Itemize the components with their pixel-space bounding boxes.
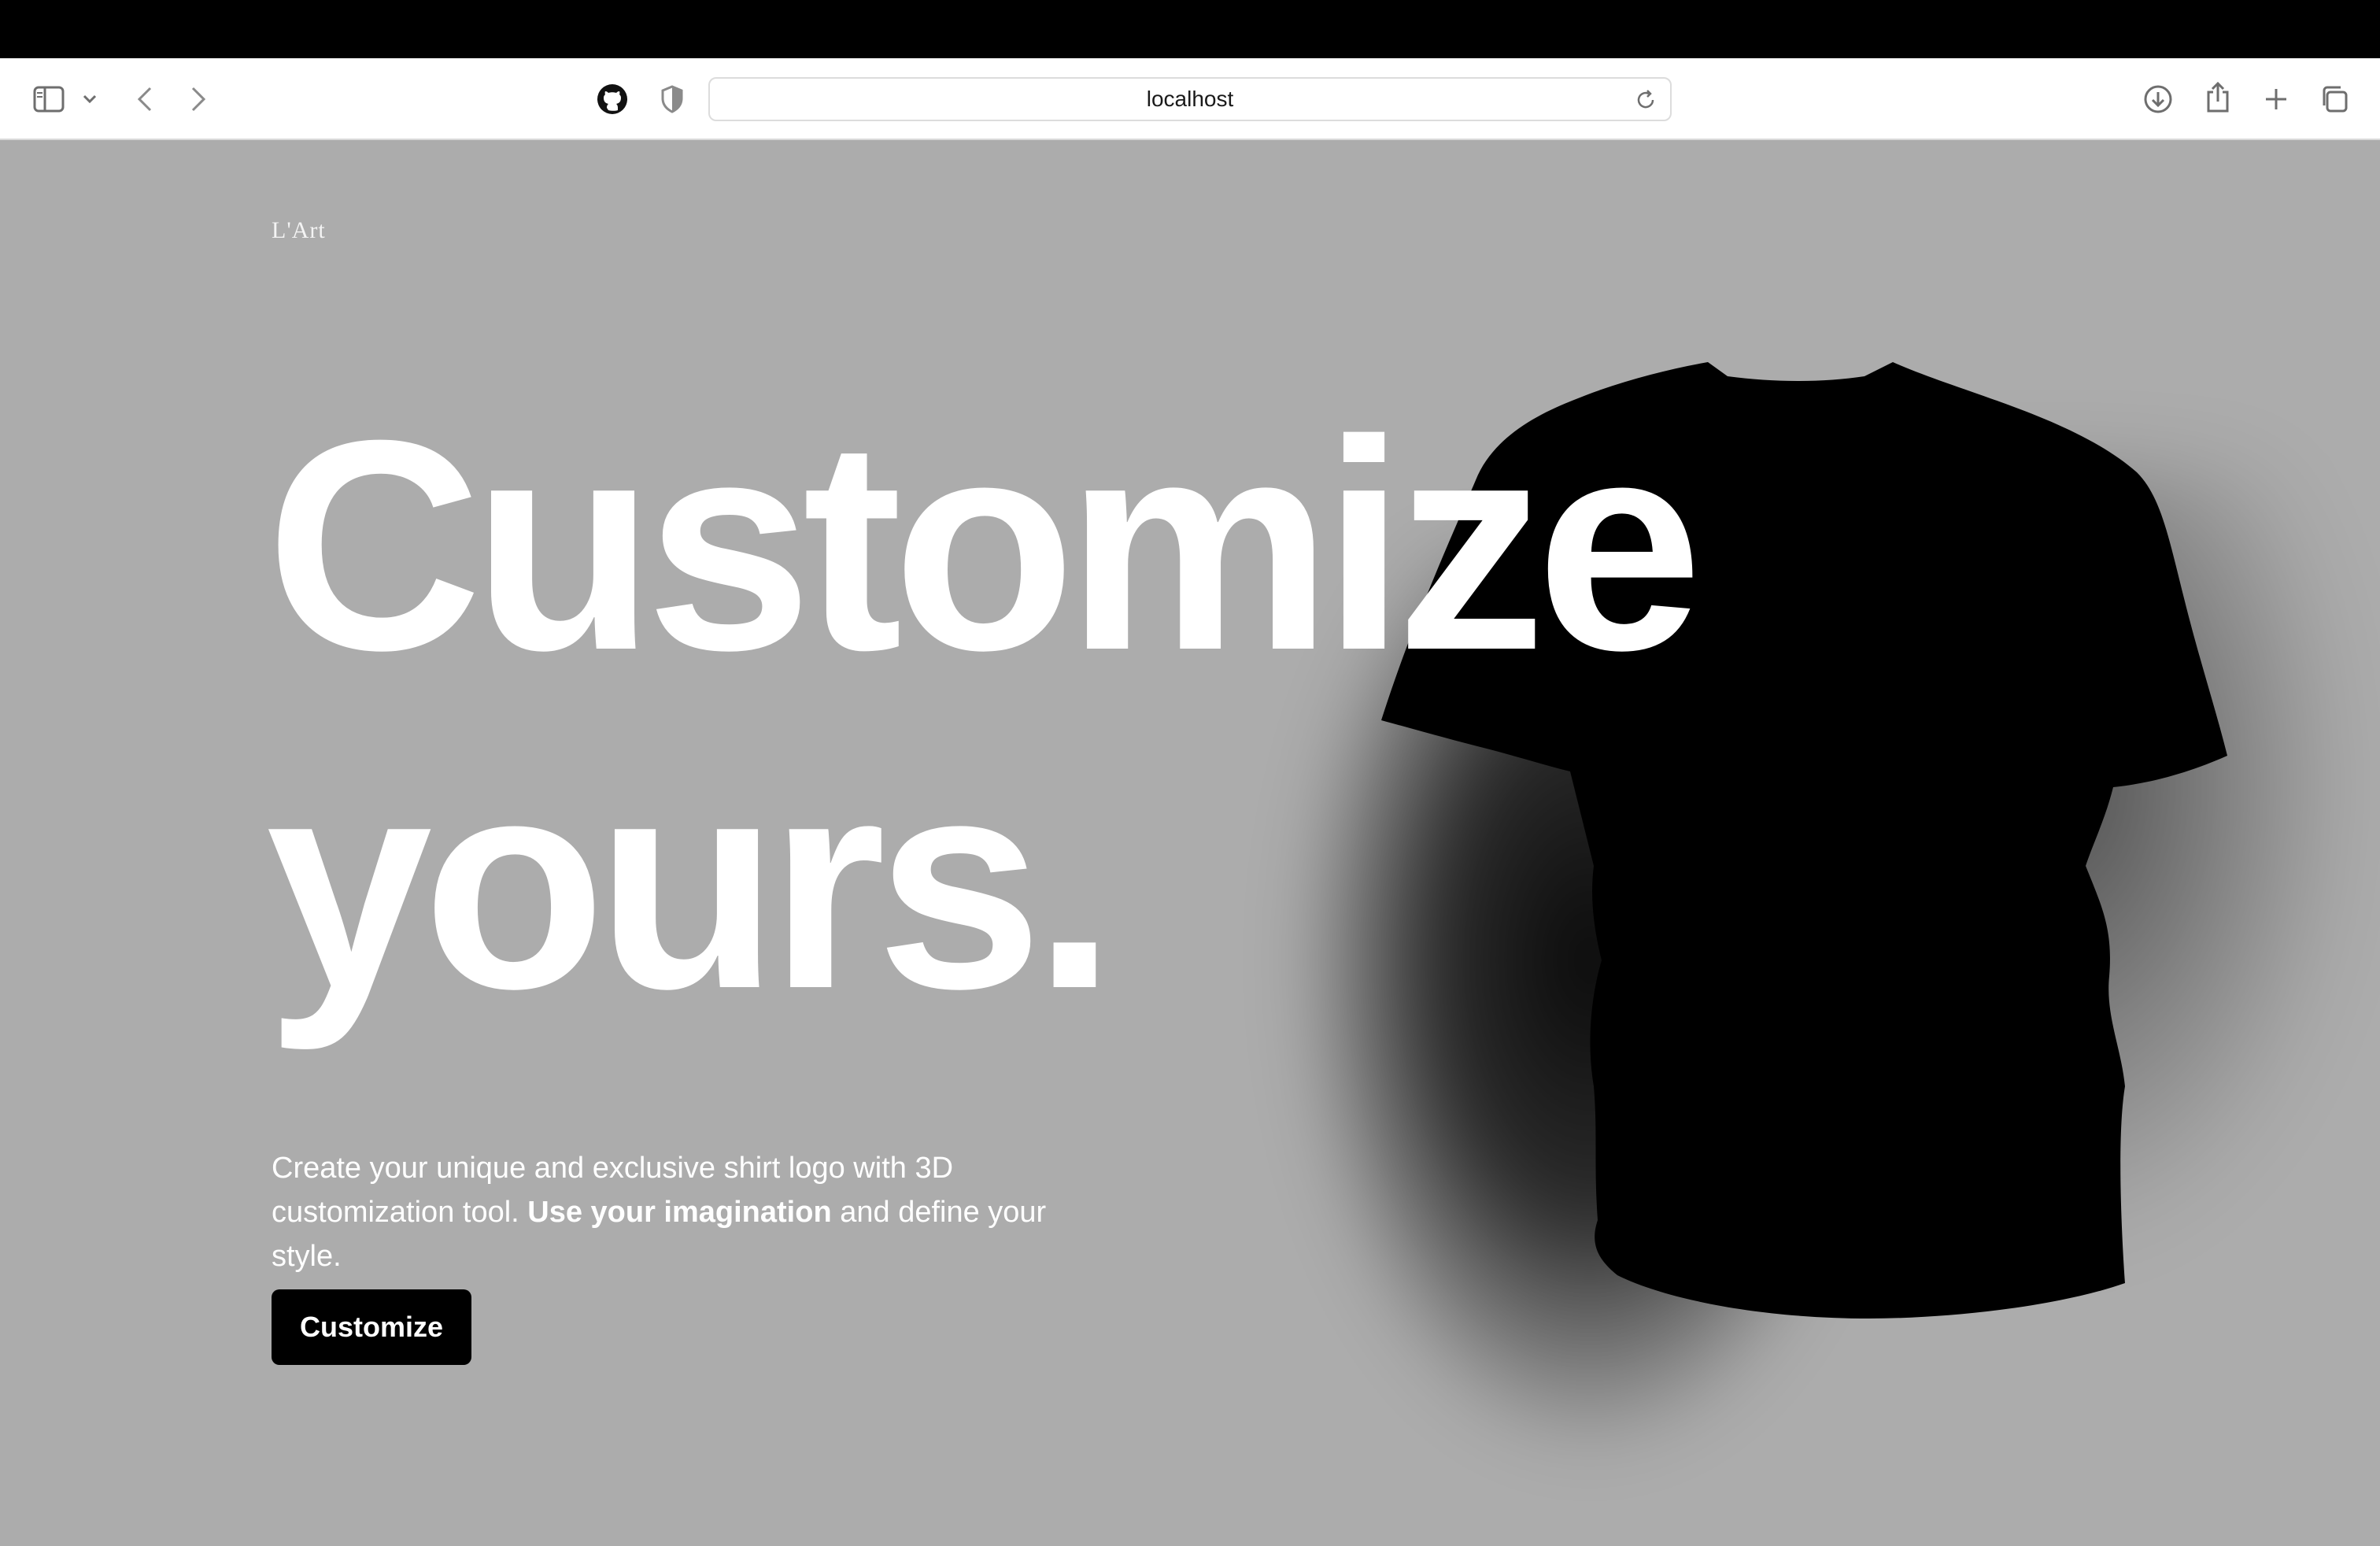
tab-overview-icon[interactable]	[2317, 82, 2352, 117]
plus-icon[interactable]	[2259, 82, 2293, 117]
github-icon[interactable]	[595, 82, 630, 117]
download-icon[interactable]	[2141, 82, 2175, 117]
url-text: localhost	[1146, 87, 1234, 111]
reload-icon[interactable]	[1634, 88, 1659, 113]
browser-window: localhost L'Art Customize yours. Create …	[0, 0, 2380, 1546]
customize-button[interactable]: Customize	[272, 1289, 471, 1365]
share-icon[interactable]	[2201, 79, 2235, 117]
headline-line-2: yours.	[266, 716, 1116, 1051]
hero-headline: Customize yours.	[266, 376, 1702, 1053]
hero-description: Create your unique and exclusive shirt l…	[272, 1146, 1090, 1278]
menu-bar	[0, 0, 2380, 58]
address-bar[interactable]: localhost	[708, 77, 1672, 121]
chevron-down-icon[interactable]	[79, 90, 101, 109]
description-emphasis: Use your imagination	[527, 1196, 832, 1229]
back-arrow-icon[interactable]	[129, 83, 161, 115]
forward-arrow-icon[interactable]	[183, 83, 214, 115]
browser-toolbar: localhost	[0, 58, 2380, 140]
sidebar-icon[interactable]	[31, 82, 66, 117]
page-content: L'Art Customize yours. Create your uniqu…	[0, 140, 2380, 1546]
brand-logo[interactable]: L'Art	[272, 217, 326, 244]
headline-line-1: Customize	[266, 378, 1702, 712]
privacy-shield-icon[interactable]	[656, 82, 688, 117]
